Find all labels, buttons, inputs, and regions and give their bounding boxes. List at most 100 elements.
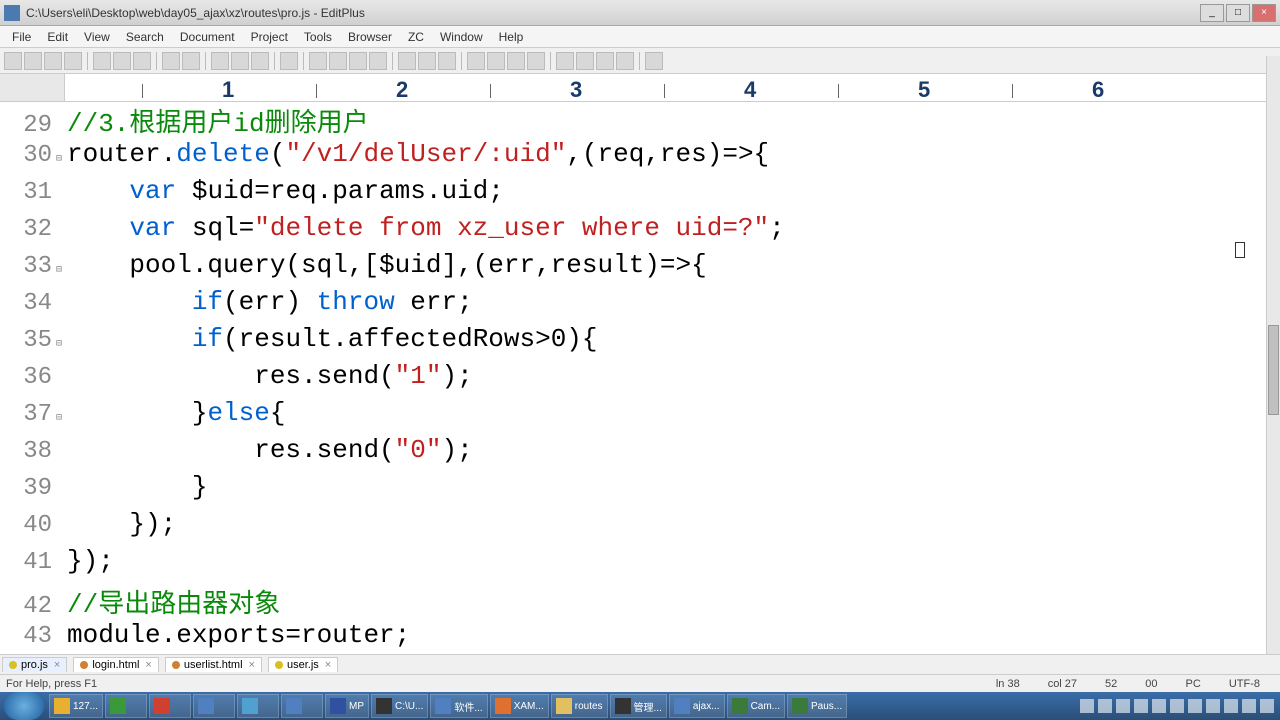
- code-line[interactable]: 30⊟router.delete("/v1/delUser/:uid",(req…: [0, 139, 1266, 176]
- tray-icon[interactable]: [1098, 699, 1112, 713]
- file-tab-userlist-html[interactable]: userlist.html×: [165, 657, 262, 672]
- toolbar-button[interactable]: [251, 52, 269, 70]
- menu-search[interactable]: Search: [118, 28, 172, 46]
- code-text[interactable]: //3.根据用户id删除用户: [65, 102, 369, 139]
- code-text[interactable]: if(result.affectedRows>0){: [65, 324, 598, 354]
- code-editor[interactable]: 29//3.根据用户id删除用户30⊟router.delete("/v1/de…: [0, 102, 1266, 654]
- taskbar-item[interactable]: [237, 694, 279, 718]
- tray-icon[interactable]: [1242, 699, 1256, 713]
- toolbar-button[interactable]: [211, 52, 229, 70]
- toolbar-button[interactable]: [487, 52, 505, 70]
- scrollbar-thumb[interactable]: [1268, 325, 1279, 415]
- tray-icon[interactable]: [1170, 699, 1184, 713]
- toolbar-button[interactable]: [527, 52, 545, 70]
- code-line[interactable]: 36 res.send("1");: [0, 361, 1266, 398]
- taskbar-item[interactable]: 软件...: [430, 694, 487, 718]
- taskbar-item[interactable]: routes: [551, 694, 608, 718]
- code-text[interactable]: }: [65, 472, 207, 502]
- close-tab-icon[interactable]: ×: [145, 659, 151, 671]
- code-line[interactable]: 39 }: [0, 472, 1266, 509]
- menu-window[interactable]: Window: [432, 28, 491, 46]
- code-line[interactable]: 38 res.send("0");: [0, 435, 1266, 472]
- code-text[interactable]: });: [65, 509, 176, 539]
- code-line[interactable]: 35⊟ if(result.affectedRows>0){: [0, 324, 1266, 361]
- taskbar-item[interactable]: [149, 694, 191, 718]
- vertical-scrollbar[interactable]: [1266, 56, 1280, 654]
- toolbar-button[interactable]: [507, 52, 525, 70]
- toolbar-button[interactable]: [369, 52, 387, 70]
- fold-icon[interactable]: ⊟: [56, 256, 65, 276]
- maximize-button[interactable]: □: [1226, 4, 1250, 22]
- code-text[interactable]: if(err) throw err;: [65, 287, 473, 317]
- menu-project[interactable]: Project: [243, 28, 296, 46]
- tray-icon[interactable]: [1116, 699, 1130, 713]
- tray-icon[interactable]: [1080, 699, 1094, 713]
- taskbar-item[interactable]: 管理...: [610, 694, 667, 718]
- code-text[interactable]: var sql="delete from xz_user where uid=?…: [65, 213, 785, 243]
- taskbar-item[interactable]: C:\U...: [371, 694, 428, 718]
- close-tab-icon[interactable]: ×: [54, 659, 60, 671]
- code-line[interactable]: 37⊟ }else{: [0, 398, 1266, 435]
- taskbar-item[interactable]: [105, 694, 147, 718]
- toolbar-button[interactable]: [645, 52, 663, 70]
- taskbar-item[interactable]: Paus...: [787, 694, 847, 718]
- code-line[interactable]: 42//导出路由器对象: [0, 583, 1266, 620]
- taskbar-item[interactable]: [281, 694, 323, 718]
- code-line[interactable]: 29//3.根据用户id删除用户: [0, 102, 1266, 139]
- tray-icon[interactable]: [1188, 699, 1202, 713]
- toolbar-button[interactable]: [64, 52, 82, 70]
- fold-icon[interactable]: ⊟: [56, 404, 65, 424]
- code-line[interactable]: 43module.exports=router;: [0, 620, 1266, 654]
- taskbar-item[interactable]: ajax...: [669, 694, 725, 718]
- start-button[interactable]: [4, 692, 44, 720]
- code-text[interactable]: res.send("0");: [65, 435, 473, 465]
- toolbar-button[interactable]: [309, 52, 327, 70]
- code-text[interactable]: module.exports=router;: [65, 620, 410, 650]
- taskbar-item[interactable]: Cam...: [727, 694, 785, 718]
- file-tab-pro-js[interactable]: pro.js×: [2, 657, 67, 672]
- toolbar-button[interactable]: [24, 52, 42, 70]
- tray-icon[interactable]: [1134, 699, 1148, 713]
- toolbar-button[interactable]: [467, 52, 485, 70]
- close-button[interactable]: ×: [1252, 4, 1276, 22]
- code-text[interactable]: router.delete("/v1/delUser/:uid",(req,re…: [65, 139, 769, 169]
- menu-view[interactable]: View: [76, 28, 118, 46]
- toolbar-button[interactable]: [418, 52, 436, 70]
- menu-zc[interactable]: ZC: [400, 28, 432, 46]
- file-tab-login-html[interactable]: login.html×: [73, 657, 159, 672]
- fold-icon[interactable]: ⊟: [56, 145, 65, 165]
- taskbar-item[interactable]: 127...: [49, 694, 103, 718]
- tray-icon[interactable]: [1260, 699, 1274, 713]
- code-text[interactable]: //导出路由器对象: [65, 583, 280, 620]
- menu-file[interactable]: File: [4, 28, 39, 46]
- toolbar-button[interactable]: [182, 52, 200, 70]
- menu-help[interactable]: Help: [491, 28, 532, 46]
- toolbar-button[interactable]: [616, 52, 634, 70]
- code-text[interactable]: pool.query(sql,[$uid],(err,result)=>{: [65, 250, 707, 280]
- taskbar-item[interactable]: [193, 694, 235, 718]
- minimize-button[interactable]: _: [1200, 4, 1224, 22]
- menu-edit[interactable]: Edit: [39, 28, 76, 46]
- menu-document[interactable]: Document: [172, 28, 243, 46]
- close-tab-icon[interactable]: ×: [249, 659, 255, 671]
- code-line[interactable]: 31 var $uid=req.params.uid;: [0, 176, 1266, 213]
- file-tab-user-js[interactable]: user.js×: [268, 657, 338, 672]
- code-text[interactable]: });: [65, 546, 114, 576]
- menu-browser[interactable]: Browser: [340, 28, 400, 46]
- toolbar-button[interactable]: [44, 52, 62, 70]
- close-tab-icon[interactable]: ×: [325, 659, 331, 671]
- taskbar-item[interactable]: XAM...: [490, 694, 549, 718]
- tray-icon[interactable]: [1152, 699, 1166, 713]
- code-text[interactable]: var $uid=req.params.uid;: [65, 176, 504, 206]
- code-line[interactable]: 33⊟ pool.query(sql,[$uid],(err,result)=>…: [0, 250, 1266, 287]
- toolbar-button[interactable]: [113, 52, 131, 70]
- toolbar-button[interactable]: [556, 52, 574, 70]
- tray-icon[interactable]: [1206, 699, 1220, 713]
- toolbar-button[interactable]: [162, 52, 180, 70]
- toolbar-button[interactable]: [133, 52, 151, 70]
- toolbar-button[interactable]: [349, 52, 367, 70]
- code-line[interactable]: 32 var sql="delete from xz_user where ui…: [0, 213, 1266, 250]
- toolbar-button[interactable]: [231, 52, 249, 70]
- toolbar-button[interactable]: [4, 52, 22, 70]
- code-line[interactable]: 41});: [0, 546, 1266, 583]
